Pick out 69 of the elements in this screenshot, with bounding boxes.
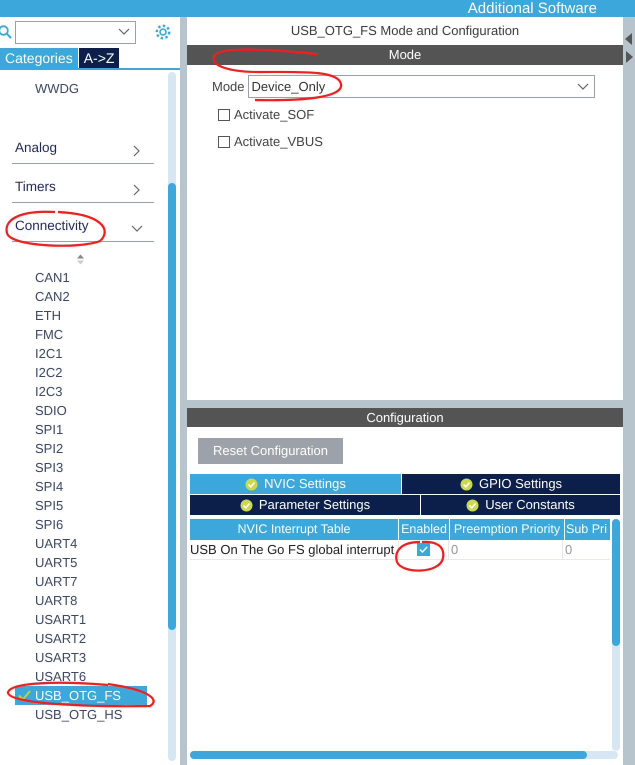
check-icon: [419, 546, 428, 553]
sidebar-item[interactable]: SPI2: [15, 439, 147, 458]
check-icon: [18, 690, 31, 701]
settings-tab[interactable]: Parameter Settings: [190, 495, 420, 515]
column-header: Sub Pri: [565, 519, 610, 540]
annotation-scribble: [395, 540, 444, 572]
panel-title: USB_OTG_FS Mode and Configuration: [290, 22, 520, 40]
check-circle-icon: [460, 478, 473, 490]
sidebar-item[interactable]: I2C2: [15, 363, 147, 382]
sidebar-item[interactable]: SDIO: [15, 401, 147, 420]
category-header[interactable]: Analog: [12, 125, 154, 164]
check-circle-icon: [466, 498, 480, 512]
checkbox[interactable]: [417, 543, 430, 556]
category-label: Analog: [15, 138, 58, 157]
sidebar-item[interactable]: I2C3: [15, 382, 147, 401]
sidebar-item[interactable]: UART4: [15, 534, 147, 553]
arrow-left-icon: [625, 33, 633, 45]
sidebar-item[interactable]: SPI4: [15, 477, 147, 496]
column-header: Enabled: [399, 519, 449, 540]
column-header: Preemption Priority: [450, 519, 564, 540]
sidebar-item[interactable]: FMC: [15, 325, 147, 344]
table-cell: 0: [448, 540, 562, 559]
sidebar-item[interactable]: USB_OTG_HS: [15, 705, 147, 724]
checkbox-label: Activate_VBUS: [234, 132, 323, 151]
scrollbar[interactable]: [168, 72, 176, 761]
sidebar-item[interactable]: UART5: [15, 553, 147, 572]
sidebar-item[interactable]: CAN1: [15, 268, 147, 287]
scrollbar-thumb[interactable]: [612, 519, 620, 646]
table-cell: 0: [562, 540, 610, 559]
sidebar-tab[interactable]: A->Z: [78, 48, 120, 68]
checkbox-label: Activate_SOF: [234, 106, 314, 124]
arrow-right-icon: [625, 51, 633, 63]
sidebar-item[interactable]: SPI6: [15, 515, 147, 534]
settings-icon: [154, 23, 172, 41]
scrollbar[interactable]: [612, 519, 620, 751]
search-icon: [0, 25, 12, 39]
settings-tab[interactable]: User Constants: [421, 495, 620, 515]
check-circle-icon: [240, 498, 253, 512]
checkbox[interactable]: [218, 108, 230, 120]
sidebar-item[interactable]: UART7: [15, 572, 147, 591]
sidebar-item[interactable]: SPI3: [15, 458, 147, 477]
mode-dropdown[interactable]: Device_Only: [248, 75, 595, 98]
field-label: Mode: [212, 78, 245, 96]
category-label: Connectivity: [15, 216, 89, 235]
search-field[interactable]: [15, 20, 136, 44]
header-title: Additional Software: [468, 0, 597, 17]
table-cell-text: USB On The Go FS global interrupt: [190, 541, 396, 559]
sidebar-item[interactable]: SPI5: [15, 496, 147, 515]
sidebar-item[interactable]: ETH: [15, 306, 147, 325]
section-header: Mode: [187, 45, 623, 65]
category-header[interactable]: Connectivity: [12, 203, 154, 242]
sidebar-item[interactable]: USART6: [15, 667, 147, 686]
sidebar-item[interactable]: USART3: [15, 648, 147, 667]
check-circle-icon: [245, 478, 258, 490]
sidebar-item[interactable]: WWDG: [0, 79, 166, 98]
column-header: NVIC Interrupt Table: [190, 519, 398, 540]
sort-icon: [76, 254, 85, 265]
sidebar-item[interactable]: I2C1: [15, 344, 147, 363]
section-header: Configuration: [187, 408, 623, 427]
settings-tab[interactable]: GPIO Settings: [402, 474, 620, 494]
checkbox[interactable]: [218, 136, 230, 148]
sidebar-item[interactable]: CAN2: [15, 287, 147, 306]
category-label: Timers: [15, 178, 56, 196]
sidebar-item[interactable]: UART8: [15, 591, 147, 610]
sidebar-item[interactable]: USART1: [15, 610, 147, 629]
category-header[interactable]: Timers: [12, 164, 154, 203]
sidebar-item[interactable]: SPI1: [15, 420, 147, 439]
scrollbar-thumb[interactable]: [168, 183, 176, 630]
sidebar-item[interactable]: USART2: [15, 629, 147, 648]
